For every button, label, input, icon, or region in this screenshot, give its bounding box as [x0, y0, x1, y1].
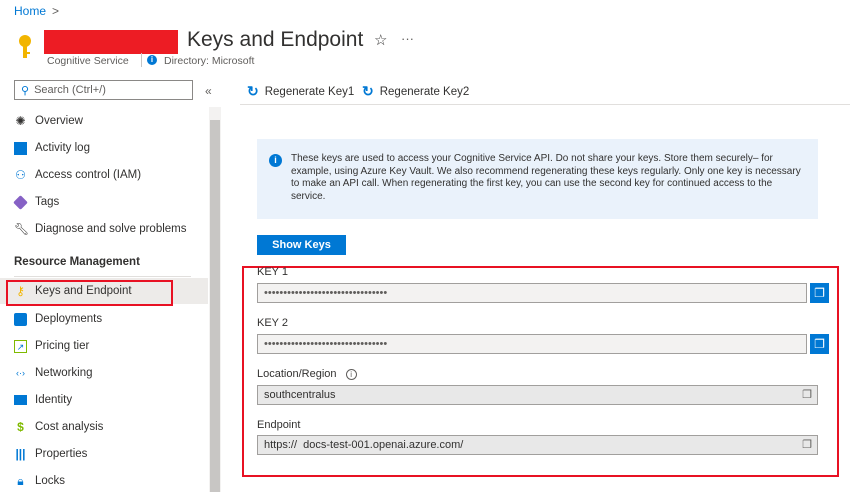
- more-icon[interactable]: ···: [401, 31, 414, 46]
- toolbar-divider: [240, 104, 850, 105]
- copy-key2-button[interactable]: ❐: [810, 334, 829, 354]
- sidebar-item-overview[interactable]: ✺ Overview: [0, 108, 208, 134]
- network-icon: ‹·›: [16, 367, 25, 378]
- highlight-box: [6, 280, 173, 306]
- sidebar-item-label: Deployments: [35, 313, 103, 325]
- info-text: These keys are used to access your Cogni…: [291, 153, 801, 202]
- location-field[interactable]: southcentralus ❐: [257, 385, 818, 405]
- sidebar-item-label: Properties: [35, 448, 88, 460]
- sidebar-nav: ✺ Overview Activity log ⚇ Access control (…: [0, 0, 208, 492]
- info-banner: i These keys are used to access your Cogn…: [257, 139, 818, 219]
- sidebar-item-label: Locks: [35, 475, 66, 487]
- sidebar-item-cost-analysis[interactable]: $ Cost analysis: [0, 414, 208, 440]
- sidebar-item-label: Diagnose and solve problems: [35, 223, 187, 235]
- star-icon[interactable]: ☆: [374, 31, 387, 49]
- refresh-icon: ↻: [247, 83, 259, 99]
- sidebar-item-label: Cost analysis: [35, 421, 104, 433]
- sidebar-item-tags[interactable]: Tags: [0, 189, 208, 215]
- sidebar-item-identity[interactable]: Identity: [0, 387, 208, 413]
- sidebar-item-label: Overview: [35, 115, 83, 127]
- key2-label: KEY 2: [257, 317, 288, 329]
- section-header: Resource Management: [14, 256, 140, 268]
- sidebar-item-diagnose[interactable]: 🔧︎ Diagnose and solve problems: [0, 216, 208, 242]
- copy-icon: ❐: [814, 337, 825, 351]
- copy-icon[interactable]: ❐: [802, 386, 812, 404]
- copy-icon: ❐: [814, 286, 825, 300]
- location-label-text: Location/Region: [257, 368, 337, 380]
- people-icon: ⚇: [15, 167, 26, 182]
- properties-icon: |||: [15, 446, 26, 461]
- location-label: Location/Region i: [257, 368, 357, 380]
- sidebar-item-properties[interactable]: ||| Properties: [0, 441, 208, 467]
- sidebar-item-pricing-tier[interactable]: ↗ Pricing tier: [0, 333, 208, 359]
- info-icon: i: [269, 154, 282, 167]
- sidebar-item-label: Networking: [35, 367, 93, 379]
- endpoint-value: https:// docs-test-001.openai.azure.com/: [264, 439, 464, 451]
- wrench-icon: 🔧︎: [14, 221, 30, 236]
- copy-icon[interactable]: ❐: [802, 436, 812, 454]
- info-icon[interactable]: i: [345, 369, 357, 380]
- refresh-icon: ↻: [362, 83, 374, 99]
- copy-key1-button[interactable]: ❐: [810, 283, 829, 303]
- cube-icon: [14, 312, 27, 326]
- show-keys-button[interactable]: Show Keys: [257, 235, 346, 255]
- sidebar-item-label: Activity log: [35, 142, 90, 154]
- key2-field[interactable]: ••••••••••••••••••••••••••••••••: [257, 334, 807, 354]
- lock-icon: 🔒︎: [17, 473, 24, 488]
- sidebar-item-label: Identity: [35, 394, 73, 406]
- scrollbar-thumb[interactable]: [210, 120, 220, 492]
- sidebar-item-iam[interactable]: ⚇ Access control (IAM): [0, 162, 208, 188]
- section-divider: [14, 276, 191, 277]
- endpoint-label: Endpoint: [257, 419, 301, 431]
- sidebar-item-locks[interactable]: 🔒︎ Locks: [0, 468, 208, 494]
- regenerate-key2-label: Regenerate Key2: [379, 85, 470, 98]
- regenerate-key1-button[interactable]: ↻ Regenerate Key1: [247, 83, 354, 100]
- sidebar-item-networking[interactable]: ‹·› Networking: [0, 360, 208, 386]
- regenerate-key1-label: Regenerate Key1: [264, 85, 355, 98]
- key1-label: KEY 1: [257, 266, 288, 278]
- sidebar-item-label: Tags: [35, 196, 60, 208]
- page-title: Keys and Endpoint: [187, 28, 364, 51]
- identity-icon: [14, 395, 27, 405]
- key1-field[interactable]: ••••••••••••••••••••••••••••••••: [257, 283, 807, 303]
- sidebar-item-label: Pricing tier: [35, 340, 90, 352]
- cost-icon: $: [17, 419, 24, 434]
- pricing-icon: ↗: [14, 339, 27, 353]
- sidebar-item-label: Access control (IAM): [35, 169, 142, 181]
- sidebar-item-deployments[interactable]: Deployments: [0, 306, 208, 332]
- tag-icon: [13, 194, 28, 210]
- openai-icon: ✺: [15, 113, 26, 128]
- activity-log-icon: [14, 141, 27, 155]
- sidebar-item-activity-log[interactable]: Activity log: [0, 135, 208, 161]
- endpoint-field[interactable]: https:// docs-test-001.openai.azure.com/…: [257, 435, 818, 455]
- regenerate-key2-button[interactable]: ↻ Regenerate Key2: [362, 83, 469, 100]
- location-value: southcentralus: [264, 389, 336, 401]
